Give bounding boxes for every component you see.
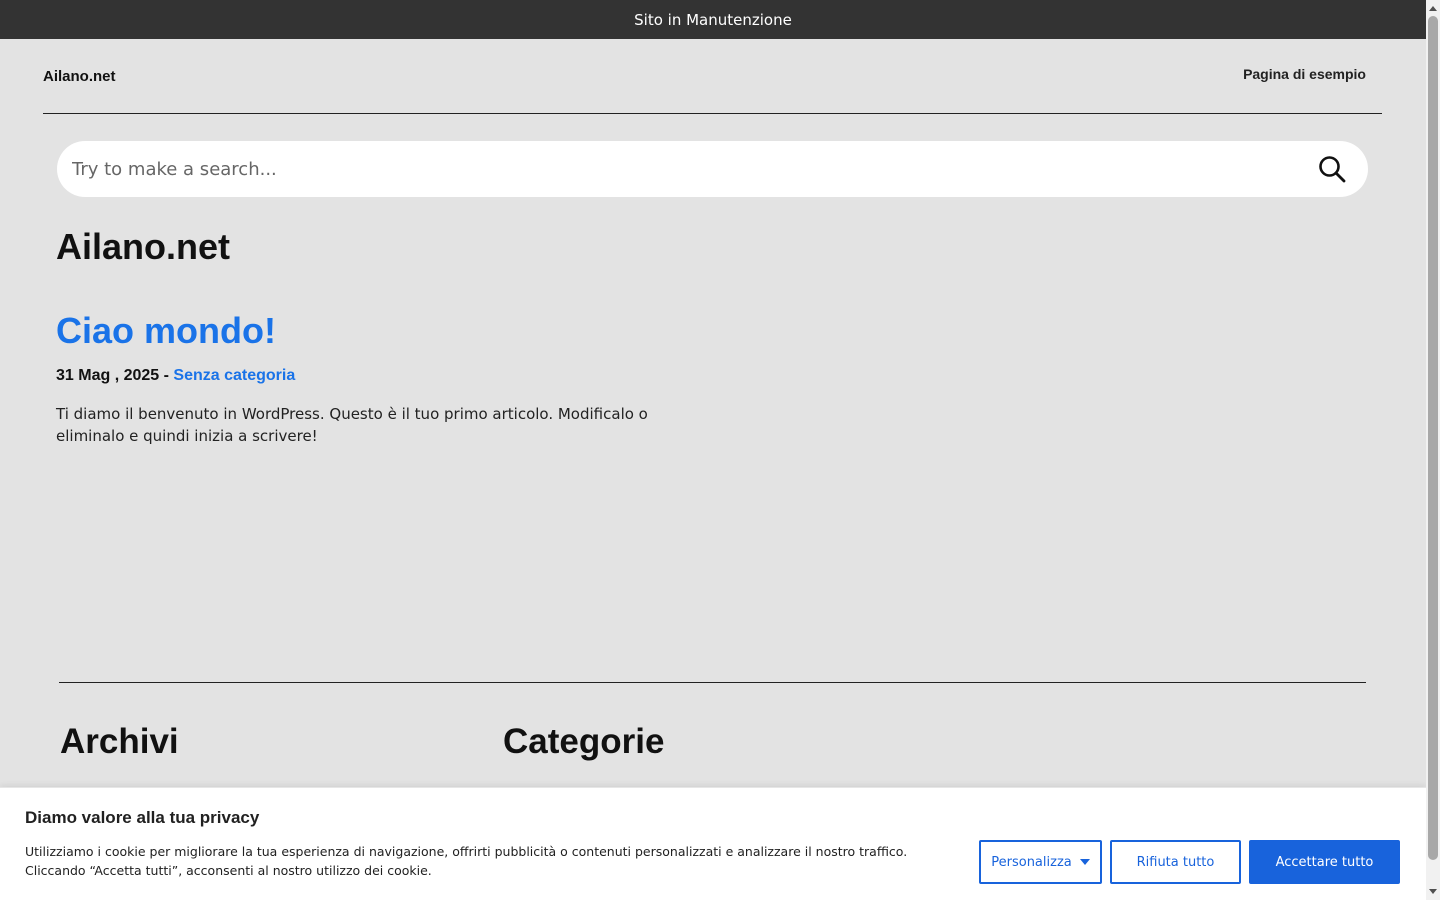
post-meta: 31 Mag , 2025 - Senza categoria	[56, 367, 295, 385]
blog-title: Ailano.net	[56, 226, 231, 267]
meta-separator: -	[163, 367, 169, 384]
scroll-up-arrow-icon[interactable]	[1429, 6, 1437, 11]
maintenance-text: Sito in Manutenzione	[634, 10, 792, 29]
footer-divider	[59, 682, 1366, 683]
search-input[interactable]	[57, 141, 1302, 197]
post-date: 31 Mag , 2025	[56, 367, 160, 384]
site-brand[interactable]: Ailano.net	[43, 68, 116, 85]
nav-link-sample-page[interactable]: Pagina di esempio	[1243, 66, 1366, 82]
search-icon	[1319, 156, 1346, 183]
customize-button[interactable]: Personalizza	[979, 840, 1102, 884]
cookie-consent-banner: Diamo valore alla tua privacy Utilizziam…	[0, 787, 1426, 900]
post-category-link[interactable]: Senza categoria	[173, 367, 295, 384]
caret-down-icon	[1079, 859, 1090, 865]
accept-all-button[interactable]: Accettare tutto	[1249, 840, 1400, 884]
search-bar	[57, 141, 1368, 197]
cookie-banner-title: Diamo valore alla tua privacy	[25, 808, 260, 827]
vertical-scrollbar[interactable]	[1426, 0, 1440, 900]
post-title-link[interactable]: Ciao mondo!	[56, 310, 276, 352]
customize-label: Personalizza	[991, 854, 1072, 870]
reject-all-button[interactable]: Rifiuta tutto	[1110, 840, 1241, 884]
header-divider	[43, 113, 1382, 114]
scrollbar-thumb[interactable]	[1428, 16, 1438, 860]
page: Sito in Manutenzione Ailano.net Pagina d…	[0, 0, 1426, 900]
widget-title-categorie: Categorie	[503, 722, 665, 761]
widget-title-archivi: Archivi	[60, 722, 179, 761]
maintenance-bar: Sito in Manutenzione	[0, 0, 1426, 39]
post-excerpt: Ti diamo il benvenuto in WordPress. Ques…	[56, 405, 648, 445]
search-button[interactable]	[1302, 141, 1362, 197]
cookie-banner-text: Utilizziamo i cookie per migliorare la t…	[25, 844, 908, 878]
scroll-down-arrow-icon[interactable]	[1429, 889, 1437, 894]
